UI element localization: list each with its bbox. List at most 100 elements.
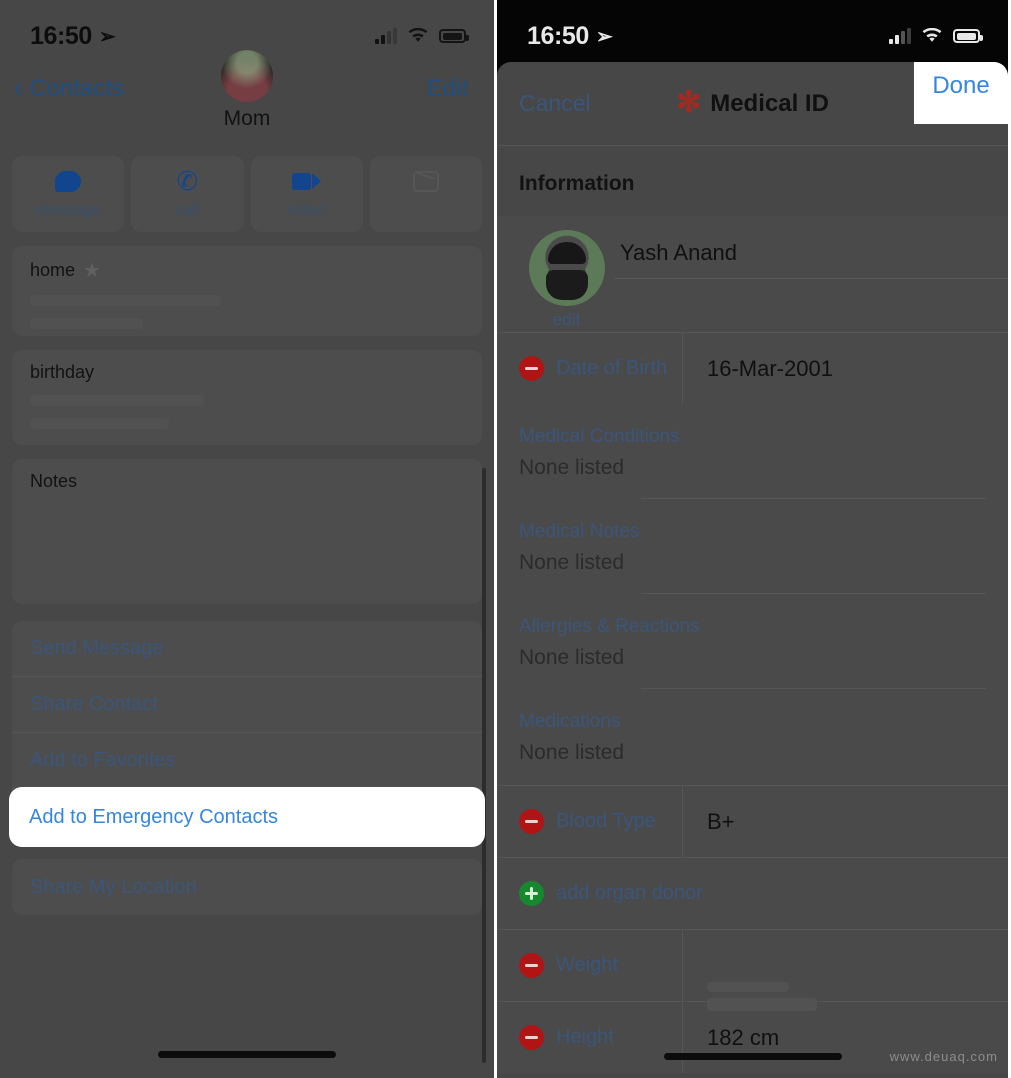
row-blood-type[interactable]: Blood Type B+ [497,785,1008,857]
medical-asterisk-icon: ✻ [676,85,702,119]
battery-icon [953,29,983,43]
row-value[interactable]: 16-Mar-2001 [683,356,1008,382]
row-key-label: Height [556,1026,614,1048]
quick-action-label: call [175,202,200,219]
field-label-row: birthday [30,362,464,383]
quick-action-message[interactable]: message [12,156,125,232]
field-card-birthday[interactable]: birthday [12,350,482,445]
medical-lists: Medical Conditions None listed Medical N… [497,404,1008,785]
row-value[interactable]: B+ [683,809,1008,835]
status-time: 16:50 [30,21,92,50]
field-label-row: home ★ [30,258,464,283]
divider [682,930,683,1001]
action-send-message[interactable]: Send Message [12,621,482,677]
name-field-group: Yash Anand [614,230,1008,279]
row-key-label: Date of Birth [556,357,668,379]
row-value[interactable]: 182 cm [683,1025,1008,1051]
section-title-information: Information [519,172,635,195]
row-weight[interactable]: Weight [497,929,1008,1011]
user-photo-avatar[interactable] [528,230,605,306]
list-value: None listed [519,741,625,764]
minus-circle-icon[interactable] [519,809,544,834]
battery-icon [439,29,469,43]
list-value: None listed [519,646,625,669]
quick-action-video[interactable]: video [250,156,363,232]
contact-name: Mom [223,107,271,130]
contact-actions-list-secondary: Share My Location [12,859,482,915]
redacted-value [30,395,204,406]
action-share-my-location[interactable]: Share My Location [12,859,482,915]
quick-action-label: message [35,202,101,219]
contact-header: Mom [0,50,494,131]
minus-circle-icon[interactable] [519,953,544,978]
minus-circle-icon[interactable] [519,1025,544,1050]
quick-action-label: video [287,202,326,219]
list-value: None listed [519,551,625,574]
list-label: Medical Notes [519,521,640,542]
mail-icon [411,168,441,194]
divider [614,278,1008,279]
name-field[interactable]: Yash Anand [614,230,1008,278]
row-date-of-birth[interactable]: Date of Birth 16-Mar-2001 [497,332,1008,404]
row-key-label: Weight [556,954,618,976]
plus-circle-icon[interactable] [519,881,544,906]
field-label: birthday [30,362,95,382]
signal-bars-icon [889,27,911,44]
done-label: Done [932,72,990,99]
scroll-indicator[interactable] [482,468,486,1063]
right-phone-screen: 16:50 ➢ Cancel ✻ Medical ID Done Informa… [497,0,1008,1078]
action-add-to-favorites[interactable]: Add to Favorites [12,733,482,789]
row-key: Weight [497,953,682,978]
field-label-row: Notes [30,471,464,492]
home-indicator [158,1051,336,1058]
home-indicator [663,1053,842,1060]
status-time: 16:50 [527,21,589,50]
row-key-label: Blood Type [556,810,656,832]
field-label: Notes [30,471,78,491]
list-label: Medical Conditions [519,426,680,447]
list-medications[interactable]: Medications None listed [519,689,1008,765]
left-phone-screen: 16:50 ➢ ‹ Contacts Edit Mom message ✆ ca… [0,0,497,1078]
medical-id-sheet: Cancel ✻ Medical ID Done Information edi… [497,62,1008,1078]
quick-action-label: mail [411,202,441,219]
field-card-notes[interactable]: Notes [12,459,482,604]
list-label: Allergies & Reactions [519,616,700,637]
action-add-to-emergency-contacts[interactable]: Add to Emergency Contacts [11,789,483,845]
quick-actions-row: message ✆ call video mail [12,156,482,232]
list-allergies-reactions[interactable]: Allergies & Reactions None listed [519,594,1008,670]
quick-action-call[interactable]: ✆ call [131,156,244,232]
location-arrow-icon: ➢ [595,25,613,48]
cancel-button[interactable]: Cancel [519,90,591,117]
status-right-group [375,27,469,44]
redacted-value [30,318,143,329]
field-label: home [30,260,76,280]
signal-bars-icon [375,27,397,44]
field-card-home[interactable]: home ★ [12,246,482,336]
video-camera-icon [292,168,322,194]
contact-actions-list: Send Message Share Contact Add to Favori… [11,621,483,845]
list-label: Medications [519,711,621,732]
status-left-group: 16:50 ➢ [527,21,613,51]
redacted-value [30,418,169,429]
status-left-group: 16:50 ➢ [30,21,116,51]
avatar-group[interactable]: edit [519,230,614,330]
phone-icon: ✆ [176,166,199,196]
profile-row: edit Yash Anand [497,216,1008,332]
quick-action-mail: mail [369,156,482,232]
row-key-label: add organ donor [556,882,703,904]
list-medical-notes[interactable]: Medical Notes None listed [519,499,1008,575]
action-share-contact[interactable]: Share Contact [12,677,482,733]
done-button[interactable]: Done [914,62,1008,124]
row-key: Date of Birth [497,356,682,381]
sheet-title-label: Medical ID [710,89,829,117]
edit-photo-link[interactable]: edit [553,310,580,330]
list-value: None listed [519,456,625,479]
row-key: Height [497,1025,682,1050]
list-medical-conditions[interactable]: Medical Conditions None listed [519,404,1008,480]
row-add-organ-donor[interactable]: add organ donor [497,857,1008,929]
contact-avatar[interactable] [221,50,273,102]
redacted-value [30,295,221,306]
row-key: Blood Type [497,809,682,834]
dual-screenshot-stage: 16:50 ➢ ‹ Contacts Edit Mom message ✆ ca… [0,0,1011,1078]
minus-circle-icon[interactable] [519,356,544,381]
